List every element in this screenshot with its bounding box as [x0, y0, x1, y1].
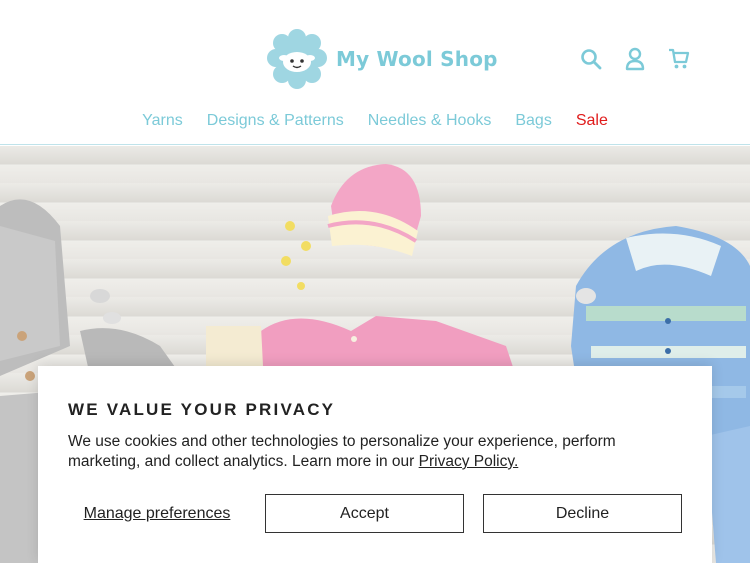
nav-item-yarns[interactable]: Yarns [142, 112, 183, 130]
cookie-description-text: We use cookies and other technologies to… [68, 433, 616, 470]
cookie-banner: WE VALUE YOUR PRIVACY We use cookies and… [38, 366, 712, 563]
sheep-logo-icon [267, 29, 327, 89]
nav-item-sale[interactable]: Sale [576, 112, 608, 130]
cart-icon[interactable] [666, 44, 692, 74]
main-nav: Yarns Designs & Patterns Needles & Hooks… [0, 112, 750, 130]
decline-button[interactable]: Decline [483, 494, 682, 533]
logo[interactable]: My Wool Shop [266, 28, 498, 90]
header-icons [578, 44, 692, 74]
nav-item-designs-patterns[interactable]: Designs & Patterns [207, 112, 344, 130]
cookie-description: We use cookies and other technologies to… [68, 432, 678, 472]
nav-item-needles-hooks[interactable]: Needles & Hooks [368, 112, 492, 130]
account-icon[interactable] [622, 44, 648, 74]
cookie-title: WE VALUE YOUR PRIVACY [68, 400, 336, 419]
site-header: My Wool Shop Yarns Designs & Patterns Ne… [0, 0, 750, 145]
nav-item-bags[interactable]: Bags [515, 112, 551, 130]
accept-button[interactable]: Accept [265, 494, 464, 533]
privacy-policy-link[interactable]: Privacy Policy. [419, 453, 519, 470]
logo-text: My Wool Shop [336, 47, 498, 71]
search-icon[interactable] [578, 44, 604, 74]
manage-preferences-link[interactable]: Manage preferences [68, 494, 246, 533]
cookie-actions: Manage preferences Accept Decline [68, 494, 682, 533]
